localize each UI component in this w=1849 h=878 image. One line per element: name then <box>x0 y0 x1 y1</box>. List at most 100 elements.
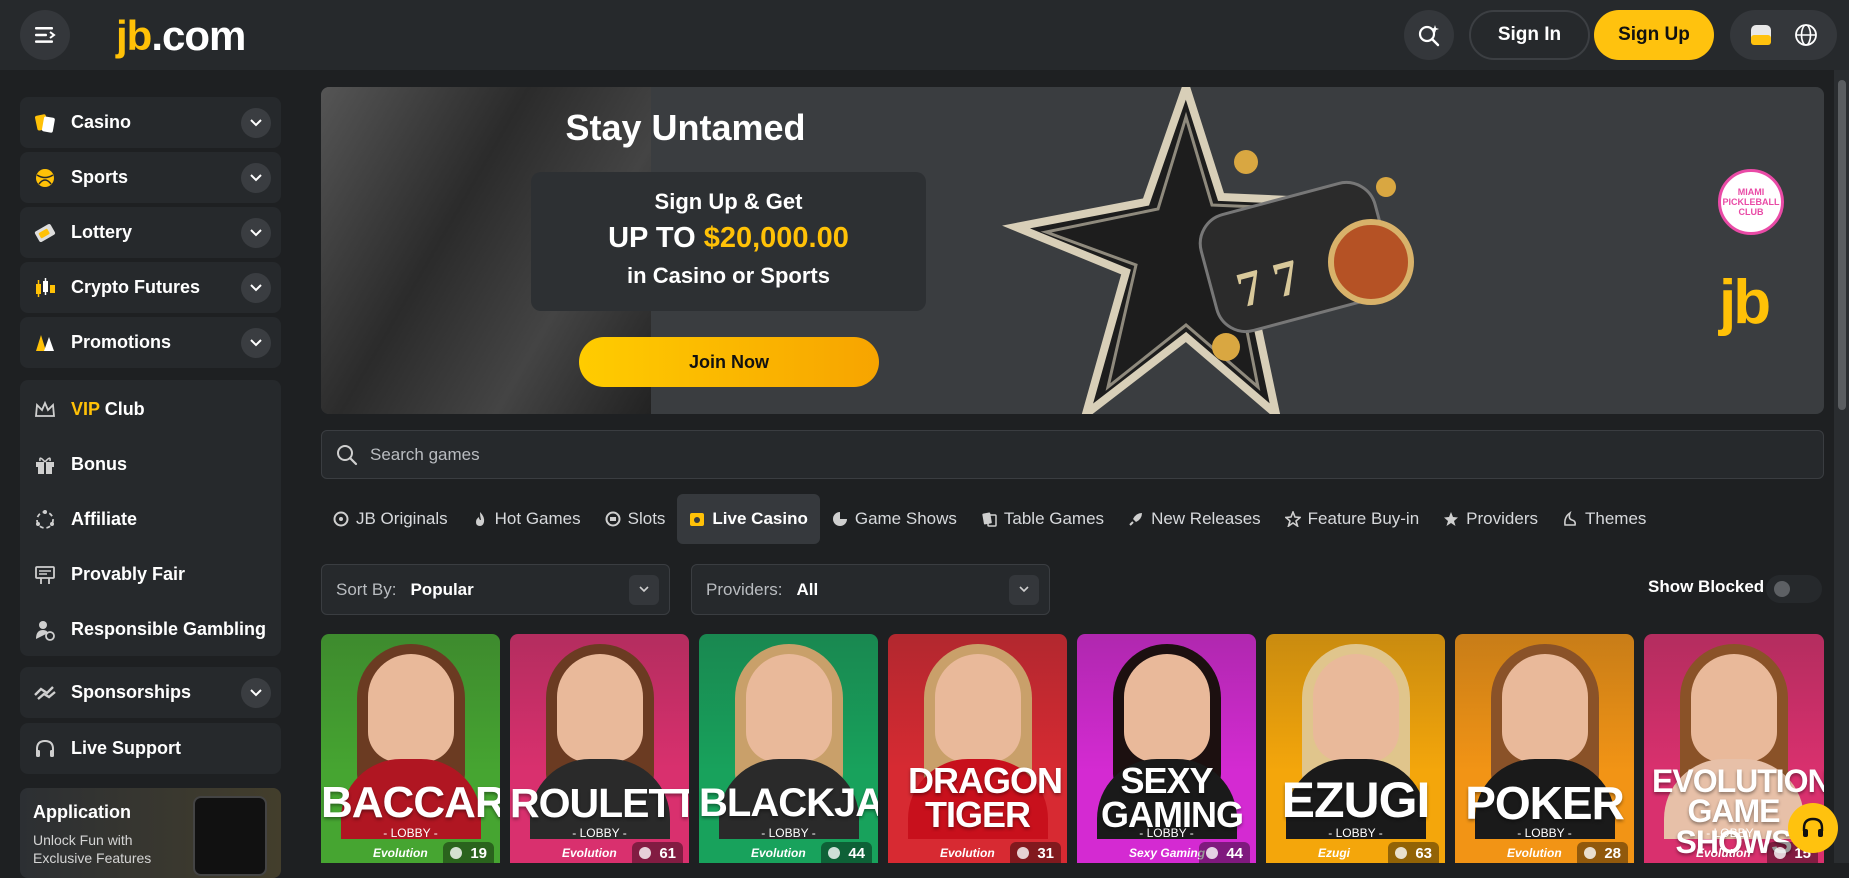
tab-game-shows[interactable]: Game Shows <box>820 494 969 544</box>
game-tile-roulette[interactable]: ROULETTE - LOBBY - Evolution 61 <box>510 634 689 863</box>
toggle-knob <box>1774 581 1790 597</box>
sign-up-button[interactable]: Sign Up <box>1594 10 1714 60</box>
sort-by-value: Popular <box>410 579 474 599</box>
player-count: 44 <box>821 842 872 863</box>
game-tile-blackjack[interactable]: BLACKJACK - LOBBY - Evolution 44 <box>699 634 878 863</box>
chevron-down-icon[interactable] <box>241 272 271 303</box>
game-name: EZUGI <box>1281 772 1431 828</box>
tab-providers[interactable]: Providers <box>1431 494 1550 544</box>
user-icon <box>639 847 652 859</box>
provably-fair-icon <box>33 563 57 587</box>
tab-label: New Releases <box>1151 509 1261 528</box>
club-label: Club <box>99 399 145 419</box>
chevron-down-icon[interactable] <box>241 677 271 708</box>
dealer-face <box>1501 654 1588 762</box>
join-now-button[interactable]: Join Now <box>579 337 879 387</box>
sponsorships-row[interactable]: Sponsorships <box>20 667 281 718</box>
tab-label: Hot Games <box>494 509 581 528</box>
chevron-down-icon[interactable] <box>241 327 271 358</box>
tab-themes[interactable]: Themes <box>1550 494 1658 544</box>
game-name: BACCARAT <box>321 778 500 827</box>
chevron-down-icon[interactable] <box>629 574 659 605</box>
game-lobby-label: - LOBBY - <box>761 826 816 840</box>
player-count-value: 44 <box>848 844 865 862</box>
sidebar-item-sponsorships[interactable]: Sponsorships <box>20 667 281 718</box>
crypto-futures-icon <box>33 276 57 300</box>
banner-jb-logo: jb <box>1719 268 1771 337</box>
chevron-down-icon[interactable] <box>241 162 271 193</box>
sidebar-item-provably-fair[interactable]: Provably Fair <box>20 547 281 602</box>
player-count: 28 <box>1577 842 1628 863</box>
game-lobby-label: - LOBBY - <box>1328 826 1383 840</box>
tab-new-releases[interactable]: New Releases <box>1116 494 1273 544</box>
search-toggle-button[interactable] <box>1404 10 1454 60</box>
chevron-down-icon[interactable] <box>241 107 271 138</box>
sports-icon <box>33 166 57 190</box>
vip-label: VIP <box>71 399 100 419</box>
chevron-down-icon[interactable] <box>241 217 271 248</box>
game-tile-baccarat[interactable]: BACCARAT - LOBBY - Evolution 19 <box>321 634 500 863</box>
player-count-value: 44 <box>1226 844 1243 862</box>
jb-originals-icon <box>333 511 349 527</box>
lottery-icon <box>33 221 57 245</box>
offer-prefix: UP TO <box>608 222 704 254</box>
providers-select[interactable]: Providers: All <box>691 564 1050 615</box>
game-search-bar[interactable] <box>321 430 1824 479</box>
sidebar-item-bonus[interactable]: Bonus <box>20 437 281 492</box>
sidebar-extras: VIP Club Bonus Affiliate Provably Fair R… <box>20 380 281 656</box>
chevron-down-icon[interactable] <box>1009 574 1039 605</box>
tab-live-casino[interactable]: Live Casino <box>677 494 820 544</box>
sidebar-item-casino[interactable]: Casino <box>20 97 281 148</box>
logo-jb: jb <box>116 12 152 59</box>
player-count: 63 <box>1388 842 1439 863</box>
sponsorships-icon <box>33 681 57 705</box>
live-support-row[interactable]: Live Support <box>20 723 281 774</box>
app-promo-card[interactable]: Application Unlock Fun with Exclusive Fe… <box>20 788 281 878</box>
sidebar-item-vip-club[interactable]: VIP Club <box>20 382 281 437</box>
tab-feature-buy-in[interactable]: Feature Buy-in <box>1273 494 1432 544</box>
game-provider: Evolution <box>1696 846 1751 860</box>
search-input[interactable] <box>370 444 1670 465</box>
tab-table-games[interactable]: Table Games <box>969 494 1116 544</box>
chat-icon[interactable] <box>1748 22 1774 48</box>
sidebar-item-promotions[interactable]: Promotions <box>20 317 281 368</box>
user-icon <box>1017 847 1030 859</box>
show-blocked-toggle[interactable] <box>1766 575 1822 603</box>
sort-by-select[interactable]: Sort By: Popular <box>321 564 670 615</box>
sign-in-button[interactable]: Sign In <box>1469 10 1590 60</box>
dealer-face <box>1691 654 1777 762</box>
tab-slots[interactable]: Slots <box>593 494 678 544</box>
game-tile-dragon-tiger[interactable]: DRAGON TIGER Evolution 31 <box>888 634 1067 863</box>
category-tabs: JB Originals Hot Games Slots Live Casino… <box>321 494 1824 544</box>
game-lobby-label: - LOBBY - <box>1517 826 1572 840</box>
live-support-fab[interactable] <box>1788 803 1838 853</box>
fire-icon <box>472 511 488 527</box>
scrollbar-thumb[interactable] <box>1838 80 1846 410</box>
player-count-value: 19 <box>470 844 487 862</box>
phone-image <box>193 796 267 876</box>
menu-button[interactable] <box>20 10 70 60</box>
tab-hot-games[interactable]: Hot Games <box>460 494 593 544</box>
affiliate-icon <box>33 508 57 532</box>
site-logo[interactable]: jb.com <box>116 12 246 60</box>
game-tile-poker[interactable]: POKER - LOBBY - Evolution 28 <box>1455 634 1634 863</box>
crown-icon <box>33 398 57 422</box>
game-name: POKER <box>1465 777 1625 829</box>
sidebar-item-live-support[interactable]: Live Support <box>20 723 281 774</box>
globe-icon[interactable] <box>1793 22 1819 48</box>
offer-line-3: in Casino or Sports <box>627 263 830 288</box>
tab-jb-originals[interactable]: JB Originals <box>321 494 460 544</box>
player-count-value: 31 <box>1037 844 1054 862</box>
game-provider: Evolution <box>373 846 428 860</box>
sidebar-item-sports[interactable]: Sports <box>20 152 281 203</box>
player-count-value: 61 <box>659 844 676 862</box>
sidebar-item-affiliate[interactable]: Affiliate <box>20 492 281 547</box>
game-tile-sexy-gaming[interactable]: SEXY GAMING - LOBBY - Sexy Gaming 44 <box>1077 634 1256 863</box>
tab-label: Providers <box>1466 509 1538 528</box>
game-tile-ezugi[interactable]: EZUGI - LOBBY - Ezugi 63 <box>1266 634 1445 863</box>
sidebar-item-responsible-gambling[interactable]: Responsible Gambling <box>20 602 281 657</box>
sidebar-item-label: Provably Fair <box>71 564 186 584</box>
sidebar-item-crypto-futures[interactable]: Crypto Futures <box>20 262 281 313</box>
logo-com: .com <box>151 12 246 59</box>
sidebar-item-lottery[interactable]: Lottery <box>20 207 281 258</box>
